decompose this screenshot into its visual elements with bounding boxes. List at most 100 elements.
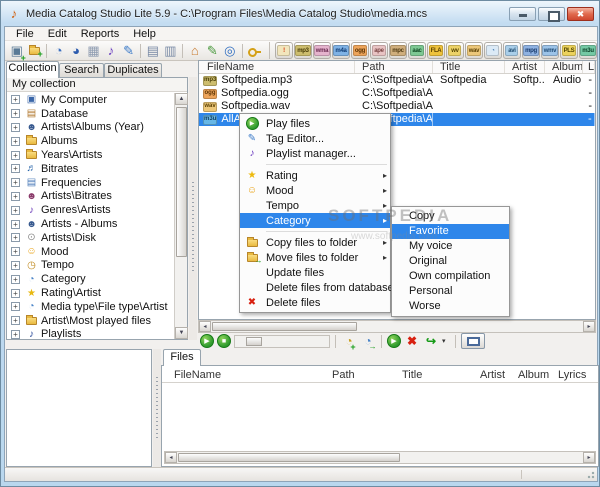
expand-icon[interactable]: +	[11, 205, 20, 215]
list-play-button[interactable]: ▶	[387, 334, 401, 348]
format-wma-button[interactable]: wma	[312, 42, 331, 59]
tab-duplicates[interactable]: Duplicates	[104, 63, 162, 77]
menu-reports[interactable]: Reports	[74, 28, 127, 40]
file-row-wav[interactable]: wavSoftpedia.wav C:\Softpedia\Au... -	[199, 100, 595, 113]
scroll-right-icon[interactable]: ▸	[583, 321, 595, 332]
tree-item-artists-disk[interactable]: + ⊙ Artists\Disk	[7, 231, 173, 245]
submenu-item-favorite[interactable]: Favorite	[392, 224, 509, 239]
menu-item-tempo[interactable]: Tempo ▸	[240, 198, 390, 213]
scroll-down-icon[interactable]: ▼	[175, 327, 188, 339]
report-button[interactable]: ▤	[144, 42, 161, 60]
seek-thumb[interactable]	[246, 336, 262, 346]
format-avi-button[interactable]: avi	[502, 42, 521, 59]
column-lyrics[interactable]: Lyrics	[558, 369, 586, 382]
cd-add-button[interactable]: ◔	[341, 334, 357, 352]
scrollbar-thumb[interactable]	[178, 453, 400, 462]
submenu-item-my-voice[interactable]: My voice	[392, 239, 509, 254]
tree-item-playlists[interactable]: + ♪ Playlists	[7, 328, 173, 339]
tag-editor-button[interactable]: ✎	[120, 42, 137, 60]
files-panel-hscrollbar[interactable]: ◂ ▸	[164, 451, 596, 464]
tree-item-most-played[interactable]: + Artist\Most played files	[7, 314, 173, 328]
column-album[interactable]: Album	[518, 369, 549, 382]
scroll-right-icon[interactable]: ▸	[583, 452, 595, 463]
submenu-item-copy[interactable]: Copy	[392, 209, 509, 224]
menu-item-copy-files[interactable]: Copy files to folder ▸	[240, 235, 390, 250]
export-dropdown-caret[interactable]: ▾	[442, 337, 450, 345]
column-album[interactable]: Album	[545, 61, 583, 73]
format-mp3-button[interactable]: mp3	[293, 42, 312, 59]
tab-collection[interactable]: Collection	[6, 61, 59, 78]
column-path[interactable]: Path	[355, 61, 433, 73]
tree-item-genres-artists[interactable]: + ♪ Genres\Artists	[7, 203, 173, 217]
format-m3u-button[interactable]: m3u	[578, 42, 597, 59]
home-button[interactable]: ⌂	[186, 42, 203, 60]
tree-item-media-type[interactable]: + ◔ Media type\File type\Artist	[7, 300, 173, 314]
expand-icon[interactable]: +	[11, 329, 20, 339]
menu-edit[interactable]: Edit	[41, 28, 74, 40]
format-mpg-button[interactable]: mpg	[521, 42, 540, 59]
expand-icon[interactable]: +	[11, 109, 20, 119]
menu-item-update-files[interactable]: Update files	[240, 265, 390, 280]
format-wmv-button[interactable]: wmv	[540, 42, 559, 59]
expand-icon[interactable]: +	[11, 136, 20, 146]
expand-icon[interactable]: +	[11, 178, 20, 188]
tree-item-albums[interactable]: + Albums	[7, 134, 173, 148]
menu-item-play-files[interactable]: ▶ Play files	[240, 116, 390, 131]
calendar-button[interactable]: ▦	[85, 42, 102, 60]
expand-icon[interactable]: +	[11, 150, 20, 160]
menu-file[interactable]: File	[9, 28, 41, 40]
expand-icon[interactable]: +	[11, 302, 20, 312]
minimize-button[interactable]	[509, 7, 536, 21]
register-button[interactable]	[246, 42, 263, 60]
player-play-button[interactable]: ▶	[200, 334, 214, 348]
expand-icon[interactable]: +	[11, 247, 20, 257]
tree-item-artists-albums[interactable]: + ☻ Artists - Albums	[7, 217, 173, 231]
menu-item-delete-from-database[interactable]: Delete files from database	[240, 280, 394, 295]
menu-item-tag-editor[interactable]: ✎ Tag Editor...	[240, 131, 390, 146]
submenu-item-original[interactable]: Original	[392, 254, 509, 269]
column-path[interactable]: Path	[332, 369, 355, 382]
report-edit-button[interactable]: ▥	[162, 42, 179, 60]
file-row-mp3[interactable]: mp3Softpedia.mp3 C:\Softpedia\Au... Soft…	[199, 74, 595, 87]
tree-scrollbar[interactable]: ▲ ▼	[174, 93, 188, 339]
menu-item-mood[interactable]: ☺ Mood ▸	[240, 183, 390, 198]
format-alert-button[interactable]: !	[274, 42, 293, 59]
add-files-button[interactable]: ▣	[8, 42, 27, 63]
format-wv-button[interactable]: wv	[445, 42, 464, 59]
menu-item-move-files[interactable]: Move files to folder▸	[240, 250, 390, 265]
scroll-left-icon[interactable]: ◂	[199, 321, 211, 332]
player-seek-slider[interactable]	[234, 334, 330, 348]
expand-icon[interactable]: +	[11, 288, 20, 298]
expand-icon[interactable]: +	[11, 219, 20, 229]
format-aac-button[interactable]: aac	[407, 42, 426, 59]
scroll-up-icon[interactable]: ▲	[175, 93, 188, 105]
column-title[interactable]: Title	[402, 369, 422, 382]
column-lyrics[interactable]: Ly	[583, 61, 595, 73]
tree-item-tempo[interactable]: + ◷ Tempo	[7, 259, 173, 273]
close-button[interactable]	[567, 7, 594, 21]
column-filename[interactable]: FileName	[199, 61, 355, 73]
tree-item-artists-albums-year[interactable]: + ☻ Artists\Albums (Year)	[7, 121, 173, 135]
file-row-ogg[interactable]: oggSoftpedia.ogg C:\Softpedia\Au... -	[199, 87, 595, 100]
expand-icon[interactable]: +	[11, 191, 20, 201]
menu-help[interactable]: Help	[126, 28, 163, 40]
menu-item-playlist-manager[interactable]: ♪ Playlist manager...	[240, 146, 390, 161]
player-stop-button[interactable]: ■	[217, 334, 231, 348]
format-m4a-button[interactable]: m4a	[331, 42, 350, 59]
menu-item-delete-files[interactable]: ✖ Delete files	[240, 295, 390, 310]
statistics-button[interactable]: ◕	[67, 42, 84, 60]
submenu-item-personal[interactable]: Personal	[392, 284, 509, 299]
title-bar[interactable]: ♪ Media Catalog Studio Lite 5.9 - C:\Pro…	[4, 3, 596, 25]
format-ape-button[interactable]: ape	[369, 42, 388, 59]
disc-button[interactable]: ◔	[50, 42, 67, 60]
expand-icon[interactable]: +	[11, 164, 20, 174]
format-pls-button[interactable]: PLS	[559, 42, 578, 59]
format-cd-button[interactable]: ◔	[483, 42, 502, 59]
menu-item-rating[interactable]: ★ Rating ▸	[240, 168, 390, 183]
scrollbar-thumb[interactable]	[176, 107, 187, 257]
format-mpc-button[interactable]: mpc	[388, 42, 407, 59]
expand-icon[interactable]: +	[11, 316, 20, 326]
scroll-left-icon[interactable]: ◂	[165, 452, 177, 463]
tools-button[interactable]: ✎	[204, 42, 221, 60]
tree-item-bitrates[interactable]: + ♬ Bitrates	[7, 162, 173, 176]
